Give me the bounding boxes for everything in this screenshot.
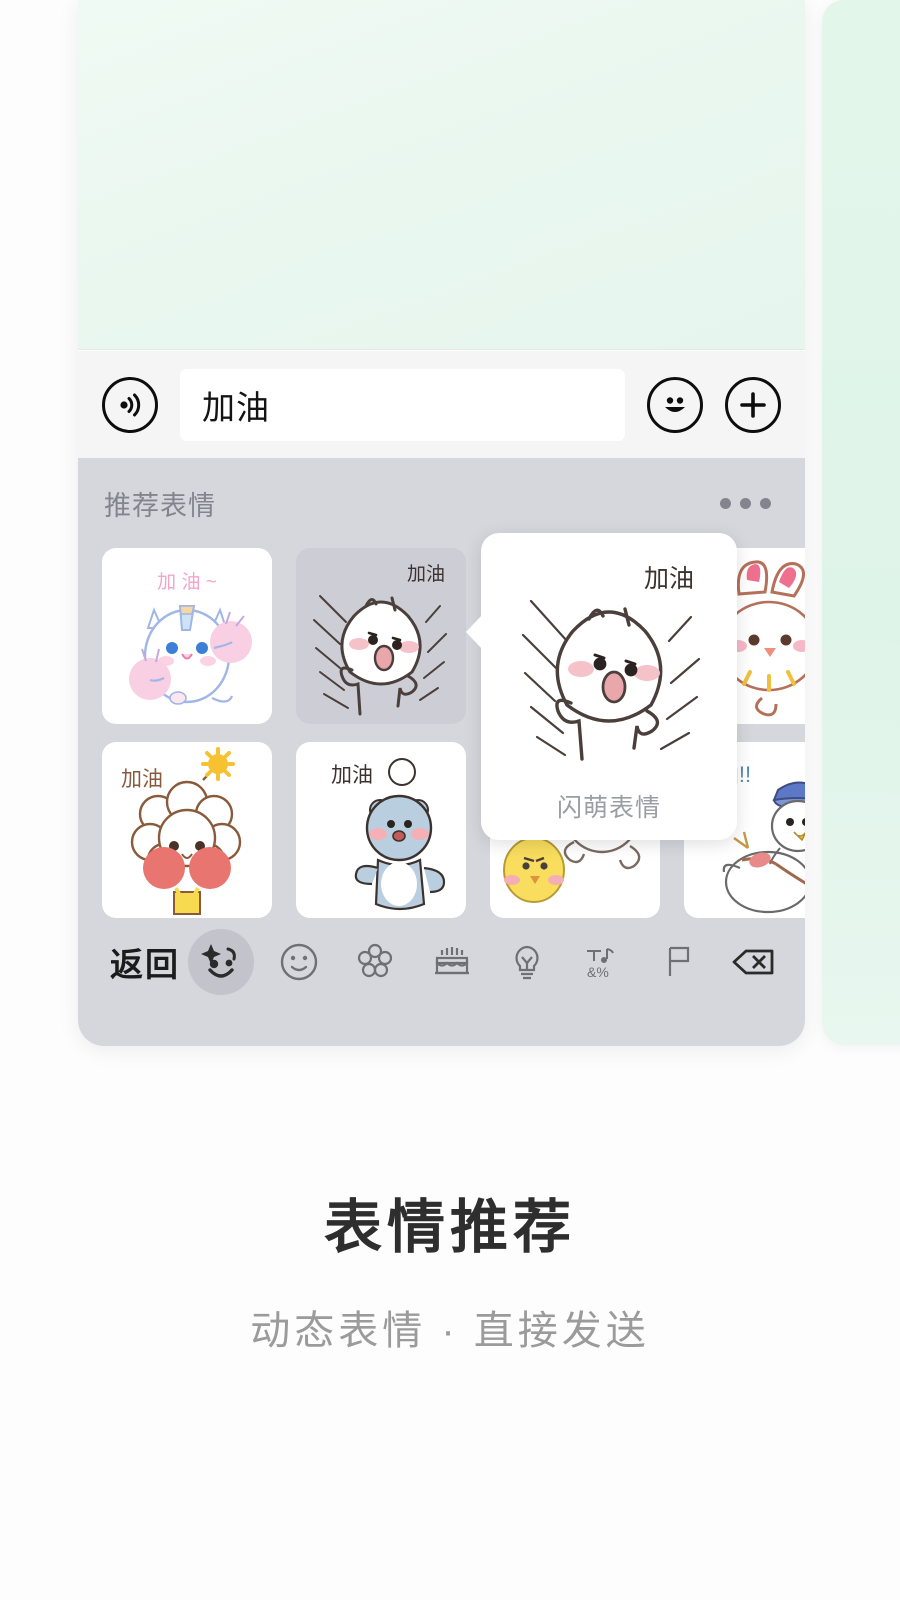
page-subtitle: 动态表情 · 直接发送 bbox=[0, 1298, 900, 1356]
svg-text:加油: 加油 bbox=[407, 563, 445, 585]
svg-text:加油: 加油 bbox=[331, 764, 373, 787]
sticker-preview-popup: 加油 bbox=[481, 533, 737, 840]
phone-card: 加油 推荐表情 bbox=[78, 0, 805, 1046]
plus-circle-icon[interactable] bbox=[725, 377, 781, 433]
peek-card-right bbox=[822, 0, 900, 1045]
voice-wave-icon[interactable] bbox=[102, 377, 158, 433]
message-input-value: 加油 bbox=[202, 381, 270, 429]
backspace-icon[interactable] bbox=[724, 926, 786, 998]
sticker-item[interactable]: 加油 bbox=[296, 742, 466, 918]
sticker-item[interactable]: 加油 bbox=[102, 742, 272, 918]
symbols-icon[interactable]: &% bbox=[572, 926, 634, 998]
emoji-smiley-icon[interactable] bbox=[268, 926, 330, 998]
sticker-item[interactable]: 加油 bbox=[296, 548, 466, 724]
svg-text:加 油 ~: 加 油 ~ bbox=[157, 571, 217, 593]
sticker-toolbar: 返回 bbox=[78, 916, 805, 1008]
chat-input-bar: 加油 bbox=[78, 351, 805, 458]
sticker-pack-caption: 闪萌表情 bbox=[481, 788, 737, 824]
svg-text:&%: &% bbox=[587, 964, 609, 980]
lightbulb-icon[interactable] bbox=[496, 926, 558, 998]
sticker-item[interactable]: 加 油 ~ bbox=[102, 548, 272, 724]
message-input[interactable]: 加油 bbox=[180, 369, 625, 441]
page-title: 表情推荐 bbox=[0, 1180, 900, 1264]
smiley-face-icon[interactable] bbox=[647, 377, 703, 433]
preview-sticker-text: 加油 bbox=[644, 565, 694, 593]
svg-text:加油: 加油 bbox=[121, 768, 163, 791]
screen-root: 加油 推荐表情 bbox=[0, 0, 900, 1600]
more-dots-icon[interactable] bbox=[714, 484, 777, 523]
input-actions bbox=[647, 377, 781, 433]
chat-message-area bbox=[78, 0, 805, 350]
sticker-section-title: 推荐表情 bbox=[104, 484, 216, 523]
flower-icon[interactable] bbox=[344, 926, 406, 998]
sticker-preview-image: 加油 bbox=[501, 551, 717, 773]
cake-icon[interactable] bbox=[420, 926, 482, 998]
back-button[interactable]: 返回 bbox=[102, 926, 188, 998]
footer-captions: 表情推荐 动态表情 · 直接发送 bbox=[0, 1180, 900, 1356]
flag-icon[interactable] bbox=[648, 926, 710, 998]
sticker-face-icon[interactable] bbox=[188, 929, 254, 995]
sticker-recommendation-panel: 推荐表情 加 油 ~ bbox=[78, 458, 805, 1046]
